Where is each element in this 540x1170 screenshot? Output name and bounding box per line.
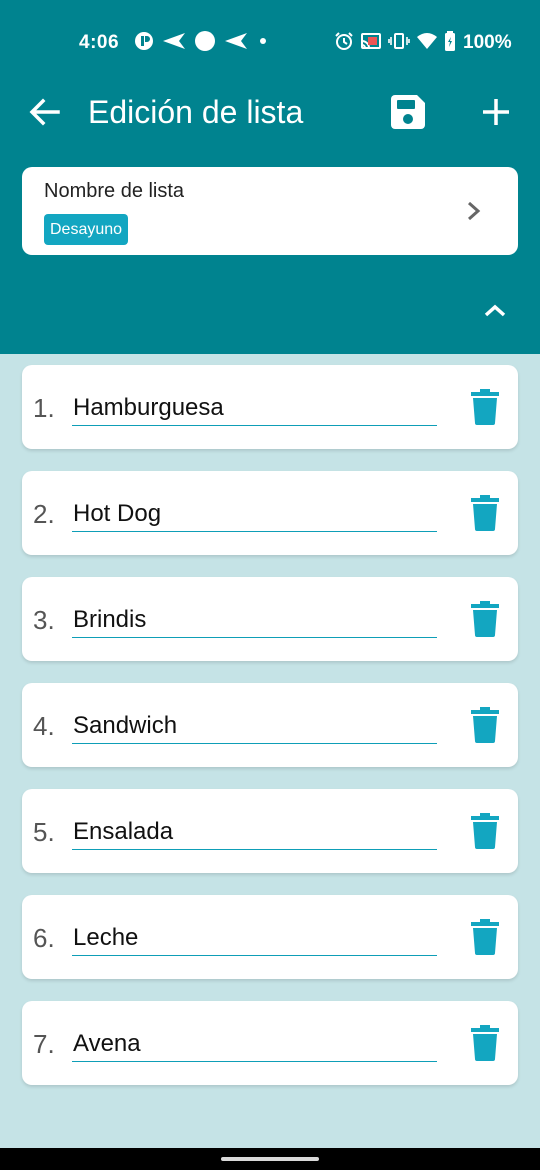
cast-icon [361, 33, 381, 49]
item-number: 6. [33, 923, 55, 953]
list-name-chip: Desayuno [44, 214, 129, 245]
item-number: 3. [33, 605, 55, 635]
trash-icon[interactable] [470, 495, 500, 531]
battery-icon [445, 31, 455, 51]
list-item: 6. [22, 895, 518, 979]
send-icon [163, 33, 185, 49]
list-item: 4. [22, 683, 518, 767]
status-time: 4:06 [79, 32, 120, 53]
app-notification-icon [135, 32, 153, 50]
save-icon[interactable] [388, 92, 428, 132]
trash-icon[interactable] [470, 389, 500, 425]
system-icons [334, 29, 456, 53]
dot-icon [260, 38, 266, 44]
item-input[interactable] [72, 603, 437, 638]
list-item: 5. [22, 789, 518, 873]
notification-icons [134, 29, 270, 53]
wifi-icon [417, 33, 437, 49]
send-icon [225, 33, 247, 49]
item-input[interactable] [72, 391, 437, 426]
trash-icon[interactable] [470, 813, 500, 849]
chevron-up-icon[interactable] [480, 296, 510, 326]
item-input[interactable] [72, 497, 437, 532]
item-input[interactable] [72, 921, 437, 956]
alarm-icon [335, 32, 353, 50]
trash-icon[interactable] [470, 1025, 500, 1061]
trash-icon[interactable] [470, 601, 500, 637]
item-input[interactable] [72, 1027, 437, 1062]
header-panel: 4:06 100% Edición de lista Nombre de lis… [0, 0, 540, 354]
trash-icon[interactable] [470, 919, 500, 955]
list-name-card[interactable]: Nombre de lista Desayuno [22, 167, 518, 255]
status-bar: 4:06 100% [0, 20, 540, 64]
item-number: 5. [33, 817, 55, 847]
vibrate-icon [388, 33, 410, 49]
list-item: 3. [22, 577, 518, 661]
trash-icon[interactable] [470, 707, 500, 743]
list-item: 2. [22, 471, 518, 555]
navigation-bar [0, 1148, 540, 1170]
item-number: 1. [33, 393, 55, 423]
circle-icon [195, 31, 215, 51]
page-title: Edición de lista [88, 94, 304, 130]
item-number: 4. [33, 711, 55, 741]
add-icon[interactable] [476, 92, 516, 132]
item-number: 2. [33, 499, 55, 529]
list-name-label: Nombre de lista [44, 180, 185, 202]
list-item: 1. [22, 365, 518, 449]
chevron-right-icon [468, 201, 481, 221]
item-input[interactable] [72, 815, 437, 850]
list-item: 7. [22, 1001, 518, 1085]
item-number: 7. [33, 1029, 55, 1059]
toolbar: Edición de lista [0, 70, 540, 154]
back-arrow-icon[interactable] [24, 92, 64, 132]
item-input[interactable] [72, 709, 437, 744]
home-handle[interactable] [221, 1157, 319, 1161]
battery-level: 100% [463, 32, 512, 53]
